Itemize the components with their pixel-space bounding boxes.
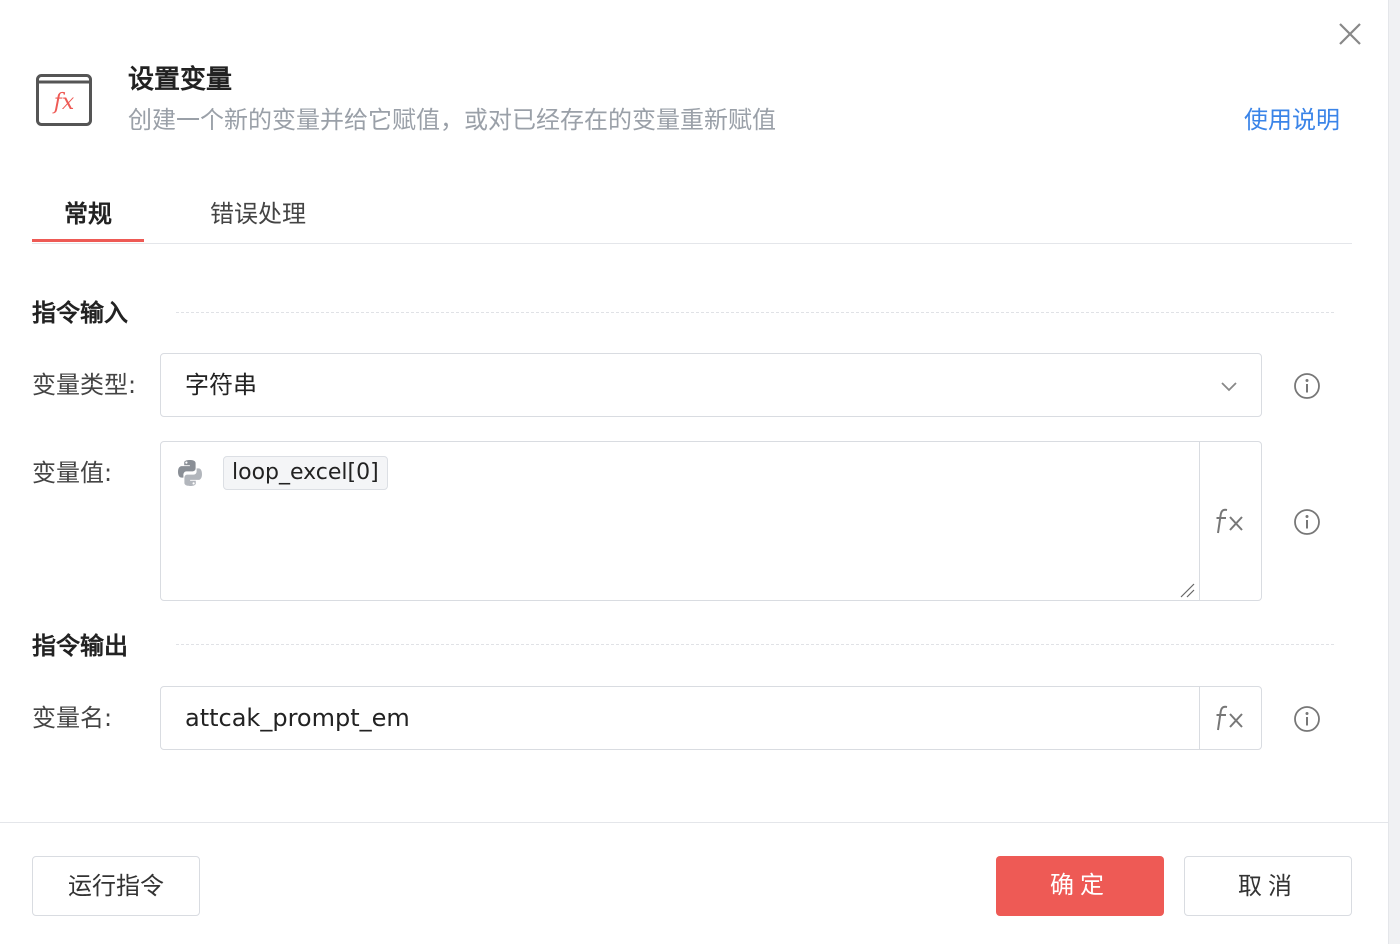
fx-button[interactable]	[1199, 687, 1261, 749]
set-variable-dialog: fx 设置变量 创建一个新的变量并给它赋值，或对已经存在的变量重新赋值 使用说明…	[0, 0, 1388, 944]
section-title-output: 指令输出	[32, 632, 128, 660]
var-name-field: attcak_prompt_em	[160, 686, 1262, 750]
var-value-editor: loop_excel[0]	[160, 441, 1262, 601]
var-value-label: 变量值:	[32, 459, 113, 487]
header-icon-glyph: fx	[52, 90, 75, 115]
close-icon	[1339, 23, 1361, 45]
section-divider	[176, 312, 1334, 313]
var-type-select[interactable]: 字符串	[160, 353, 1262, 417]
variable-token[interactable]: loop_excel[0]	[223, 456, 388, 490]
close-button[interactable]	[1334, 18, 1366, 50]
var-name-label: 变量名:	[32, 704, 113, 732]
footer-divider	[0, 822, 1388, 823]
python-icon	[178, 460, 202, 486]
run-command-button[interactable]: 运行指令	[32, 856, 200, 916]
fx-button[interactable]	[1199, 442, 1261, 600]
resize-handle-icon[interactable]	[1179, 582, 1195, 598]
cancel-button[interactable]: 取消	[1184, 856, 1352, 916]
tab-error-handling[interactable]: 错误处理	[202, 190, 314, 242]
fx-icon	[1216, 508, 1243, 534]
dialog-title: 设置变量	[128, 65, 233, 95]
dialog-subtitle: 创建一个新的变量并给它赋值，或对已经存在的变量重新赋值	[128, 106, 776, 134]
confirm-button[interactable]: 确定	[996, 856, 1164, 916]
tab-general[interactable]: 常规	[32, 190, 144, 242]
section-divider	[176, 644, 1334, 645]
backdrop-edge	[1388, 0, 1400, 944]
help-link[interactable]: 使用说明	[1244, 103, 1340, 137]
var-type-label: 变量类型:	[32, 371, 137, 399]
var-value-textarea[interactable]: loop_excel[0]	[161, 442, 1199, 600]
function-icon: fx	[36, 74, 92, 126]
tab-bar: 常规 错误处理	[32, 190, 1352, 244]
var-name-input[interactable]: attcak_prompt_em	[185, 701, 1185, 735]
var-type-value: 字符串	[185, 371, 257, 399]
info-icon[interactable]	[1293, 372, 1321, 400]
section-title-input: 指令输入	[32, 299, 128, 327]
info-icon[interactable]	[1293, 705, 1321, 733]
chevron-down-icon	[1221, 382, 1237, 392]
info-icon[interactable]	[1293, 508, 1321, 536]
fx-icon	[1216, 705, 1243, 731]
